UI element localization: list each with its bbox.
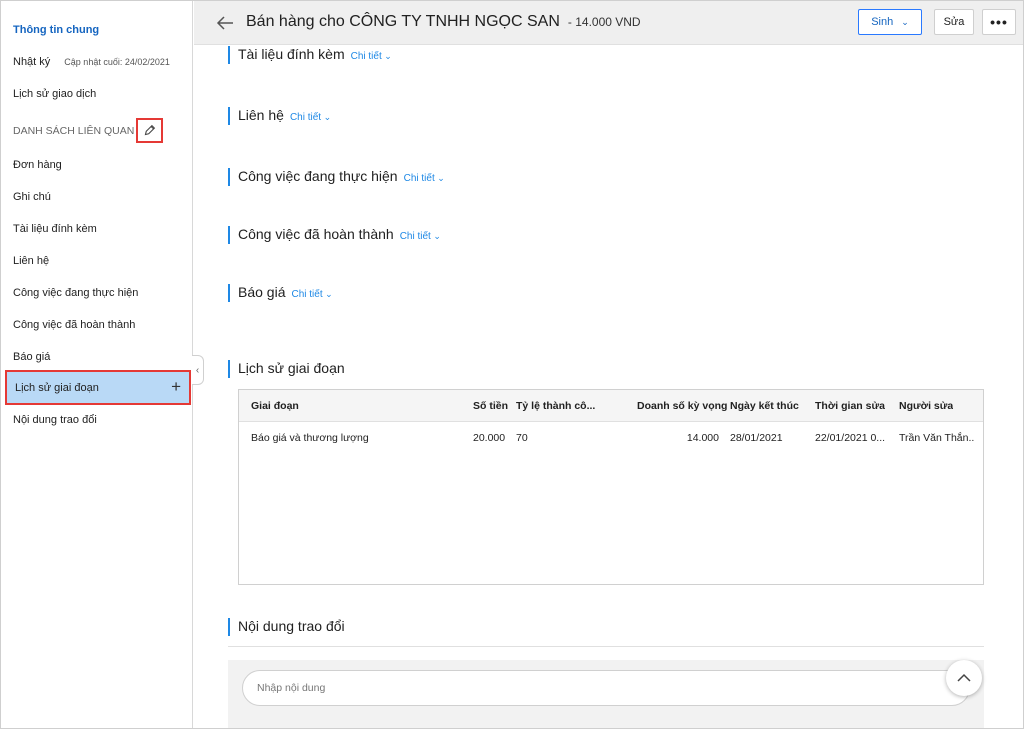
section-title: Nội dung trao đổi (238, 618, 345, 634)
collapse-sidebar-button[interactable]: ‹ (192, 355, 204, 385)
cell-success-rate: 70 (516, 432, 528, 444)
cell-amount: 20.000 (473, 432, 506, 444)
section-title: Báo giá (238, 284, 286, 300)
cell-expected-revenue: 14.000 (686, 432, 719, 444)
chevron-up-icon (957, 673, 971, 682)
column-header[interactable]: Doanh số kỳ vọng (637, 400, 727, 412)
sidebar-item-tasks-in-progress[interactable]: Công việc đang thực hiện (1, 277, 192, 309)
sidebar-item-label: Liên hệ (13, 255, 50, 267)
related-list-section-label: DANH SÁCH LIÊN QUAN (13, 125, 134, 137)
page-header: Bán hàng cho CÔNG TY TNHH NGỌC SAN - 14.0… (194, 1, 1023, 45)
sidebar-item-label: Tài liệu đính kèm (13, 223, 97, 235)
section-title: Công việc đã hoàn thành (238, 226, 394, 242)
chevron-left-icon: ‹ (195, 364, 200, 376)
page-title-text: Bán hàng cho CÔNG TY TNHH NGỌC SAN (246, 13, 560, 30)
sidebar-item-orders[interactable]: Đơn hàng (1, 149, 192, 181)
sidebar-item-label: Đơn hàng (13, 159, 62, 171)
pencil-icon (144, 124, 156, 136)
sidebar-item-contacts[interactable]: Liên hệ (1, 245, 192, 277)
section-title: Công việc đang thực hiện (238, 168, 398, 184)
sidebar-item-notes[interactable]: Ghi chú (1, 181, 192, 213)
sidebar: Thông tin chung Nhật ký Cập nhật cuối: 24… (1, 1, 193, 728)
column-header[interactable]: Người sửa (899, 400, 953, 412)
section-stage-history: Lịch sử giai đoạn (228, 360, 345, 378)
edit-label: Sửa (943, 16, 965, 28)
edit-related-list-button[interactable] (136, 118, 163, 143)
section-quotes: Báo giá Chi tiết (228, 284, 333, 302)
section-contacts: Liên hệ Chi tiết (228, 107, 331, 125)
section-title: Tài liệu đính kèm (238, 46, 345, 62)
cell-modified-by: Trần Văn Thắn... (899, 432, 975, 444)
cell-stage: Báo giá và thương lượng (251, 432, 369, 444)
section-title: Liên hệ (238, 107, 284, 123)
divider (228, 646, 984, 647)
more-options-button[interactable]: ••• (982, 9, 1016, 35)
column-header[interactable]: Tỷ lệ thành cô... (516, 400, 596, 412)
cell-modified-time: 22/01/2021 0... (815, 432, 886, 444)
sidebar-item-attachments[interactable]: Tài liệu đính kèm (1, 213, 192, 245)
column-header[interactable]: Ngày kết thúc (730, 400, 799, 412)
more-icon: ••• (990, 14, 1008, 30)
generate-dropdown-button[interactable]: Sinh ⌄ (858, 9, 922, 35)
sidebar-item-label: Lịch sử giao dịch (13, 88, 97, 100)
sidebar-item-label: Nhật ký (13, 56, 51, 68)
table-row[interactable]: Báo giá và thương lượng 20.000 70 14.000… (239, 422, 983, 454)
detail-toggle[interactable]: Chi tiết (351, 51, 392, 62)
detail-toggle[interactable]: Chi tiết (404, 173, 445, 184)
sidebar-item-label: Công việc đã hoàn thành (13, 319, 136, 331)
column-header[interactable]: Giai đoạn (251, 400, 299, 412)
cell-end-date: 28/01/2021 (730, 432, 783, 444)
section-tasks-in-progress: Công việc đang thực hiện Chi tiết (228, 168, 445, 186)
sidebar-item-stage-history[interactable]: Lịch sử giai đoạn + (5, 370, 191, 405)
page-title: Bán hàng cho CÔNG TY TNHH NGỌC SAN - 14.0… (246, 13, 641, 31)
back-arrow-icon[interactable] (216, 14, 234, 32)
comment-input[interactable] (242, 670, 970, 706)
table-header: Giai đoạn Số tiền Tỷ lệ thành cô... Doan… (239, 390, 983, 422)
detail-toggle[interactable]: Chi tiết (291, 289, 332, 300)
column-header[interactable]: Số tiền (473, 400, 508, 412)
sidebar-item-tasks-completed[interactable]: Công việc đã hoàn thành (1, 309, 192, 341)
last-updated-text: Cập nhật cuối: 24/02/2021 (64, 57, 170, 67)
plus-icon[interactable]: + (171, 377, 181, 397)
generate-label: Sinh (871, 16, 894, 28)
edit-button[interactable]: Sửa (934, 9, 974, 35)
detail-toggle[interactable]: Chi tiết (290, 112, 331, 123)
sidebar-item-label: Lịch sử giai đoạn (15, 381, 99, 394)
scroll-to-top-button[interactable] (946, 660, 982, 696)
stage-history-table: Giai đoạn Số tiền Tỷ lệ thành cô... Doan… (238, 389, 984, 585)
sidebar-item-discussion[interactable]: Nội dung trao đổi (1, 404, 192, 436)
section-title: Lịch sử giai đoạn (238, 360, 345, 376)
sidebar-item-label: Ghi chú (13, 191, 51, 203)
sidebar-item-general-info[interactable]: Thông tin chung (1, 14, 192, 46)
section-discussion: Nội dung trao đổi (228, 618, 345, 636)
sidebar-item-label: Công việc đang thực hiện (13, 287, 139, 299)
sidebar-item-log[interactable]: Nhật ký Cập nhật cuối: 24/02/2021 (1, 46, 192, 78)
sidebar-item-label: Báo giá (13, 351, 51, 363)
sidebar-item-transaction-history[interactable]: Lịch sử giao dịch (1, 78, 192, 110)
main-content: Tài liệu đính kèm Chi tiết Liên hệ Chi tiế… (194, 46, 1023, 728)
sidebar-item-label: Thông tin chung (13, 24, 100, 36)
sidebar-item-label: Nội dung trao đổi (13, 414, 97, 426)
sidebar-item-quotes[interactable]: Báo giá (1, 341, 192, 373)
section-tasks-completed: Công việc đã hoàn thành Chi tiết (228, 226, 441, 244)
page-amount: - 14.000 VND (567, 15, 641, 29)
column-header[interactable]: Thời gian sửa (815, 400, 885, 412)
section-attachments: Tài liệu đính kèm Chi tiết (228, 46, 392, 64)
section-label-text: DANH SÁCH LIÊN QUAN (13, 125, 135, 137)
detail-toggle[interactable]: Chi tiết (400, 231, 441, 242)
comment-area (228, 660, 984, 728)
chevron-down-icon: ⌄ (901, 16, 909, 27)
